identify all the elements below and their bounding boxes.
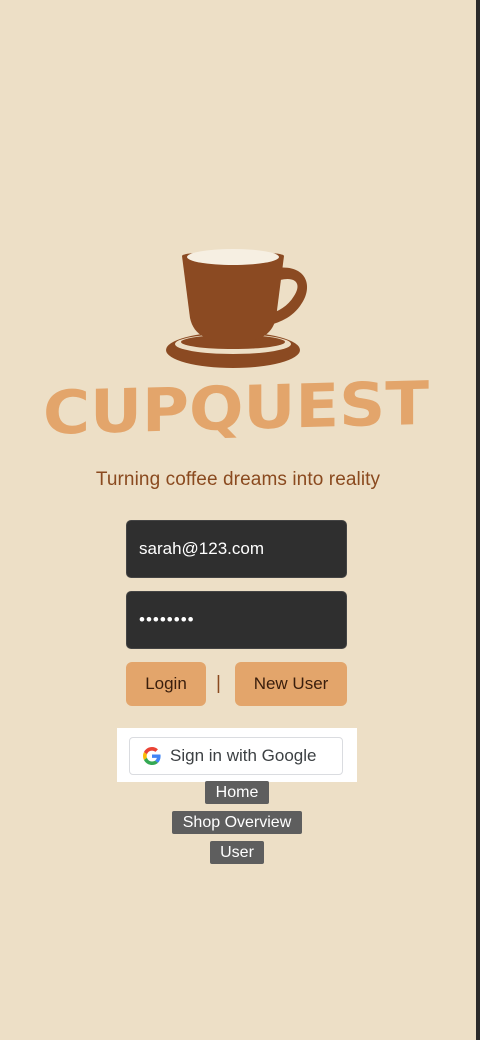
tagline: Turning coffee dreams into reality: [95, 469, 381, 490]
google-signin-container: Sign in with Google: [117, 728, 357, 782]
google-g-icon: [143, 747, 161, 765]
svg-text:CUPQUEST: CUPQUEST: [43, 378, 429, 442]
google-signin-button[interactable]: Sign in with Google: [129, 737, 343, 775]
nav-link-home[interactable]: Home: [205, 781, 269, 804]
google-signin-label: Sign in with Google: [170, 746, 317, 765]
nav-link-user[interactable]: User: [210, 841, 264, 864]
password-field[interactable]: [126, 591, 347, 649]
button-divider: |: [216, 673, 221, 694]
window-edge: [476, 0, 480, 1040]
nav-link-shop-overview[interactable]: Shop Overview: [172, 811, 302, 834]
login-button[interactable]: Login: [126, 662, 206, 706]
email-field[interactable]: [126, 520, 347, 578]
new-user-button[interactable]: New User: [235, 662, 347, 706]
cupquest-wordmark-logo: CUPQUEST: [43, 378, 429, 442]
coffee-cup-icon: [166, 249, 308, 368]
